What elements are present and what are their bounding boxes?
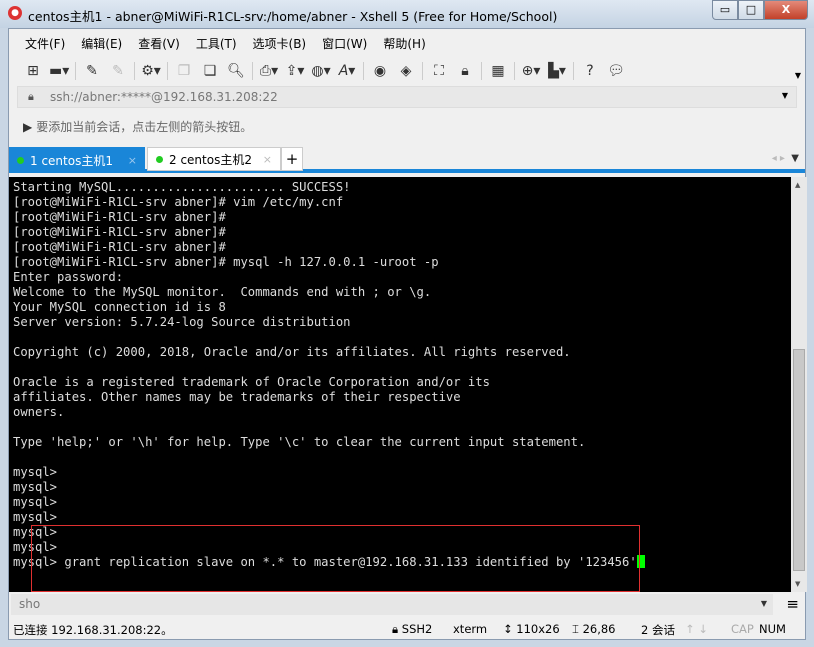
- new-session-icon[interactable]: ⊞: [23, 61, 43, 81]
- terminal-line: Welcome to the MySQL monitor. Commands e…: [13, 285, 432, 299]
- close-button[interactable]: X: [764, 0, 808, 20]
- connected-dot-icon: [17, 156, 24, 164]
- scrollbar-thumb[interactable]: [793, 349, 805, 571]
- compose-bar: sho ▼ ≡: [9, 592, 805, 617]
- highlight-box: [31, 525, 640, 592]
- connected-dot-icon: [156, 155, 163, 163]
- tab-centos-2[interactable]: 2 centos主机2 ×: [147, 147, 281, 171]
- arrow-icon[interactable]: ▶: [23, 120, 32, 134]
- connection-status: 已连接 192.168.31.208:22。: [13, 623, 173, 637]
- tab-centos-1[interactable]: 1 centos主机1 ×: [9, 147, 145, 173]
- terminal-line: Starting MySQL....................... SU…: [13, 180, 351, 194]
- transfer-icon[interactable]: ⇪▾: [285, 61, 305, 81]
- scroll-up-icon[interactable]: ▲: [795, 181, 800, 189]
- cursor-position: ⌶ 26,86: [572, 622, 616, 636]
- find-icon[interactable]: 🔍︎: [226, 61, 246, 81]
- terminal-size: ↕ 110x26: [503, 622, 560, 636]
- terminal-line: Oracle is a registered trademark of Orac…: [13, 375, 490, 389]
- menu-bar: 文件(F) 编辑(E) 查看(V) 工具(T) 选项卡(B) 窗口(W) 帮助(…: [17, 33, 434, 53]
- terminal-line: Your MySQL connection id is 8: [13, 300, 226, 314]
- terminal-line: Server version: 5.7.24-log Source distri…: [13, 315, 351, 329]
- new-tab-icon[interactable]: ⊕▾: [521, 61, 541, 81]
- help-icon[interactable]: ?: [580, 61, 600, 81]
- terminal-line: [root@MiWiFi-R1CL-srv abner]# vim /etc/m…: [13, 195, 344, 209]
- tab-label: 1 centos主机1: [30, 153, 113, 168]
- font-icon[interactable]: A▾: [337, 61, 357, 81]
- menu-tools[interactable]: 工具(T): [188, 33, 245, 53]
- terminal-scrollbar[interactable]: ▲ ▼: [791, 177, 807, 592]
- session-nav-icon[interactable]: ↑ ↓: [685, 622, 708, 636]
- address-bar[interactable]: 🔒︎ ssh://abner:*****@192.168.31.208:22 ▼: [17, 86, 797, 108]
- lock-icon: 🔒︎: [28, 90, 34, 103]
- terminal-line: [root@MiWiFi-R1CL-srv abner]#: [13, 225, 226, 239]
- connect-icon[interactable]: ✎: [82, 61, 102, 81]
- layout-icon[interactable]: ▙▾: [547, 61, 567, 81]
- terminal-line: owners.: [13, 405, 65, 419]
- hint-text: 要添加当前会话，点击左侧的箭头按钮。: [36, 120, 253, 134]
- paste-icon[interactable]: ❏: [200, 61, 220, 81]
- scroll-down-icon[interactable]: ▼: [795, 580, 800, 588]
- command-input-value: sho: [19, 597, 41, 611]
- terminal-line: Copyright (c) 2000, 2018, Oracle and/or …: [13, 345, 571, 359]
- menu-help[interactable]: 帮助(H): [375, 33, 433, 53]
- tab-label: 2 centos主机2: [169, 152, 252, 167]
- tab-nav-icon[interactable]: ◂ ▸ ▼: [772, 153, 799, 164]
- tab-bar: 1 centos主机1 × 2 centos主机2 × + ◂ ▸ ▼: [9, 145, 805, 173]
- toolbar-overflow-icon[interactable]: ▼: [795, 71, 801, 80]
- terminal-line: affiliates. Other names may be trademark…: [13, 390, 461, 404]
- properties-icon[interactable]: ⚙▾: [141, 61, 161, 81]
- address-input[interactable]: ssh://abner:*****@192.168.31.208:22: [50, 90, 278, 104]
- menu-file[interactable]: 文件(F): [17, 33, 73, 53]
- terminal-line: Enter password:: [13, 270, 124, 284]
- xshell-app-icon: ●: [8, 6, 22, 20]
- num-lock-indicator: NUM: [759, 622, 786, 636]
- close-tab-icon[interactable]: ×: [263, 153, 272, 166]
- chat-icon[interactable]: 💬︎: [606, 61, 626, 81]
- terminal-line: [root@MiWiFi-R1CL-srv abner]#: [13, 240, 226, 254]
- status-bar: 已连接 192.168.31.208:22。 🔒︎ SSH2 xterm ↕ 1…: [9, 619, 805, 639]
- open-folder-icon[interactable]: ▬▾: [49, 61, 69, 81]
- xftp-icon[interactable]: ◈: [396, 61, 416, 81]
- lock-icon[interactable]: 🔒︎: [455, 61, 475, 81]
- xshell-icon[interactable]: ◉: [370, 61, 390, 81]
- terminal-line: mysql>: [13, 510, 58, 524]
- title-bar: ● centos主机1 - abner@MiWiFi-R1CL-srv:/hom…: [0, 0, 814, 28]
- session-hint: ▶ 要添加当前会话，点击左侧的箭头按钮。: [23, 118, 252, 135]
- menu-tab[interactable]: 选项卡(B): [245, 33, 315, 53]
- terminal-type: xterm: [453, 622, 488, 636]
- minimize-button[interactable]: ▭: [712, 0, 738, 20]
- menu-window[interactable]: 窗口(W): [314, 33, 375, 53]
- terminal-line: [root@MiWiFi-R1CL-srv abner]# mysql -h 1…: [13, 255, 439, 269]
- command-input[interactable]: sho ▼: [11, 594, 773, 615]
- menu-view[interactable]: 查看(V): [130, 33, 188, 53]
- menu-edit[interactable]: 编辑(E): [73, 33, 130, 53]
- print-icon[interactable]: ⎙▾: [259, 61, 279, 81]
- window-title: centos主机1 - abner@MiWiFi-R1CL-srv:/home/…: [28, 9, 558, 24]
- copy-icon[interactable]: ❐: [174, 61, 194, 81]
- keyboard-icon[interactable]: ▦: [488, 61, 508, 81]
- terminal-line: mysql>: [13, 465, 58, 479]
- terminal-line: [root@MiWiFi-R1CL-srv abner]#: [13, 210, 226, 224]
- caps-lock-indicator: CAP: [731, 622, 754, 636]
- menu-icon[interactable]: ≡: [786, 595, 799, 613]
- chevron-down-icon[interactable]: ▼: [761, 599, 767, 608]
- fullscreen-icon[interactable]: ⛶: [429, 61, 449, 81]
- chevron-down-icon[interactable]: ▼: [782, 91, 788, 100]
- toolbar: ⊞ ▬▾ ✎ ✎ ⚙▾ ❐ ❏ 🔍︎ ⎙▾ ⇪▾ ◍▾ A▾ ◉ ◈ ⛶ 🔒︎ …: [23, 59, 626, 83]
- globe-icon[interactable]: ◍▾: [311, 61, 331, 81]
- session-count: 2 会话: [641, 623, 675, 637]
- protocol-status: 🔒︎ SSH2: [392, 622, 433, 636]
- app-frame: 文件(F) 编辑(E) 查看(V) 工具(T) 选项卡(B) 窗口(W) 帮助(…: [8, 28, 807, 640]
- close-tab-icon[interactable]: ×: [128, 154, 137, 167]
- terminal-line: mysql>: [13, 495, 58, 509]
- disconnect-icon[interactable]: ✎: [108, 61, 128, 81]
- add-tab-button[interactable]: +: [281, 147, 303, 171]
- terminal-line: Type 'help;' or '\h' for help. Type '\c'…: [13, 435, 586, 449]
- terminal-line: mysql>: [13, 480, 58, 494]
- maximize-button[interactable]: □: [738, 0, 764, 20]
